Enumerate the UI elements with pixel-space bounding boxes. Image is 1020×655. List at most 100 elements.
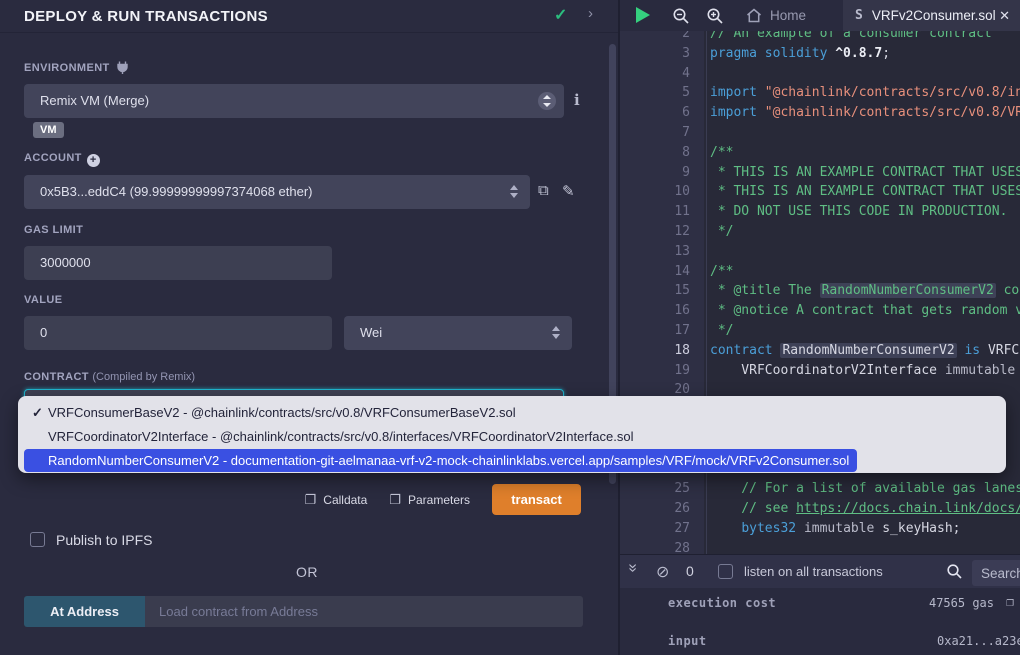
line-number: 17 [620,321,704,341]
zoom-in-icon[interactable] [706,7,724,25]
value-unit-select[interactable]: Wei [344,316,572,350]
code-line[interactable]: 4 [620,64,1020,84]
clear-console-icon[interactable]: ⊘ [656,562,669,582]
environment-label: ENVIRONMENT [24,61,129,74]
terminal-search-input[interactable] [972,560,1020,586]
line-number: 15 [620,281,704,301]
value-amount: 0 [40,325,47,340]
expand-terminal-icon[interactable]: » [623,564,641,573]
code-line[interactable]: 3pragma solidity ^0.8.7; [620,44,1020,64]
line-number: 11 [620,202,704,222]
contract-label: CONTRACT (Compiled by Remix) [24,371,195,383]
terminal: » ⊘ 0 listen on all transactions executi… [620,554,1020,655]
line-number: 7 [620,123,704,143]
copy-account-icon[interactable]: ⧉ [538,182,549,199]
account-select[interactable]: 0x5B3...eddC4 (99.99999999997374068 ethe… [24,175,530,209]
select-updown-icon [538,92,556,110]
line-number: 5 [620,83,704,103]
terminal-row-value: 0xa21...a23e4 [937,634,1020,648]
code-line[interactable]: 5import "@chainlink/contracts/src/v0.8/i… [620,83,1020,103]
contract-dropdown-option[interactable]: ✓VRFConsumerBaseV2 - @chainlink/contract… [24,401,1000,425]
line-number: 13 [620,242,704,262]
compiled-note: (Compiled by Remix) [92,371,195,383]
active-tab-label: VRFv2Consumer.sol [872,8,996,23]
copy-calldata-button[interactable]: ❐ Calldata [305,492,368,508]
copy-icon: ❐ [389,492,401,508]
code-line[interactable]: 6import "@chainlink/contracts/src/v0.8/V… [620,103,1020,123]
line-number: 6 [620,103,704,123]
at-address-button[interactable]: At Address [24,596,145,627]
code-line[interactable]: 17 */ [620,321,1020,341]
gas-limit-label: GAS LIMIT [24,224,83,236]
at-address-input[interactable]: Load contract from Address [145,596,583,627]
code-line[interactable]: 18contract RandomNumberConsumerV2 is VRF… [620,341,1020,361]
code-line[interactable]: 28 [620,539,1020,554]
code-line[interactable]: 10 * THIS IS AN EXAMPLE CONTRACT THAT US… [620,182,1020,202]
code-line[interactable]: 8/** [620,143,1020,163]
panel-header: DEPLOY & RUN TRANSACTIONS ✓ › [0,0,618,33]
code-lines: 2// An example of a consumer contract3pr… [620,24,1020,554]
code-line[interactable]: 25 // For a list of available gas lanes [620,479,1020,499]
line-number: 10 [620,182,704,202]
editor-region: 2// An example of a consumer contract3pr… [620,0,1020,655]
pending-tx-count: 0 [686,563,694,579]
line-number: 3 [620,44,704,64]
tab-active-file[interactable]: S VRFv2Consumer.sol ✕ [843,0,1020,31]
copy-icon: ❐ [305,492,317,508]
code-line[interactable]: 13 [620,242,1020,262]
transact-button[interactable]: transact [492,484,581,515]
code-line[interactable]: 14/** [620,262,1020,282]
vm-badge: VM [33,122,64,138]
zoom-out-icon[interactable] [672,7,690,25]
code-line[interactable]: 26 // see https://docs.chain.link/docs/ [620,499,1020,519]
environment-value: Remix VM (Merge) [40,93,149,108]
select-carets-icon [510,185,518,198]
code-line[interactable]: 19 VRFCoordinatorV2Interface immutable [620,361,1020,381]
or-separator: OR [0,564,614,580]
value-input[interactable]: 0 [24,316,332,350]
copy-value-icon[interactable]: ❐ [1006,595,1014,610]
line-number: 12 [620,222,704,242]
option-check-icon: ✓ [32,401,48,425]
terminal-row-key: input [668,634,707,648]
collapse-panel-chevron-icon[interactable]: › [588,5,593,22]
code-line[interactable]: 9 * THIS IS AN EXAMPLE CONTRACT THAT USE… [620,163,1020,183]
run-script-play-icon[interactable] [636,7,650,23]
line-number: 27 [620,519,704,539]
line-number: 19 [620,361,704,381]
listen-all-tx-checkbox[interactable] [718,564,733,579]
deploy-actions: ❐ Calldata ❐ Parameters transact [305,484,581,515]
terminal-row: execution cost47565 gas❐ [620,588,1020,626]
option-check-icon [32,449,48,472]
create-account-plus-icon[interactable]: + [87,154,100,167]
editor-tabbar: Home S VRFv2Consumer.sol ✕ [620,0,1020,31]
code-line[interactable]: 15 * @title The RandomNumberConsumerV2 c… [620,281,1020,301]
close-tab-icon[interactable]: ✕ [999,8,1010,24]
option-label: VRFCoordinatorV2Interface - @chainlink/c… [48,425,633,449]
account-value: 0x5B3...eddC4 (99.99999999997374068 ethe… [40,184,313,199]
parameters-label: Parameters [408,493,470,507]
terminal-row: input 0xa21...a23e4 [620,626,1020,655]
publish-ipfs-checkbox[interactable] [30,532,45,547]
sign-message-icon[interactable]: ✎ [562,182,575,200]
contract-dropdown-option[interactable]: RandomNumberConsumerV2 - documentation-g… [24,449,857,472]
environment-select[interactable]: Remix VM (Merge) [24,84,564,118]
solidity-file-icon: S [855,8,863,23]
line-number: 28 [620,539,704,554]
code-line[interactable]: 27 bytes32 immutable s_keyHash; [620,519,1020,539]
tab-home[interactable]: Home [736,0,816,31]
terminal-toolbar: » ⊘ 0 listen on all transactions [620,554,1020,588]
environment-info-icon[interactable]: i [574,91,580,109]
terminal-row-key: execution cost [668,596,776,610]
code-line[interactable]: 16 * @notice A contract that gets random… [620,301,1020,321]
code-line[interactable]: 11 * DO NOT USE THIS CODE IN PRODUCTION. [620,202,1020,222]
gas-limit-value: 3000000 [40,255,91,270]
copy-parameters-button[interactable]: ❐ Parameters [389,492,470,508]
line-number: 8 [620,143,704,163]
contract-dropdown-option[interactable]: VRFCoordinatorV2Interface - @chainlink/c… [24,425,1000,449]
gas-limit-input[interactable]: 3000000 [24,246,332,280]
panel-title: DEPLOY & RUN TRANSACTIONS [24,8,268,25]
line-number: 18 [620,341,704,361]
code-line[interactable]: 7 [620,123,1020,143]
code-line[interactable]: 12 */ [620,222,1020,242]
